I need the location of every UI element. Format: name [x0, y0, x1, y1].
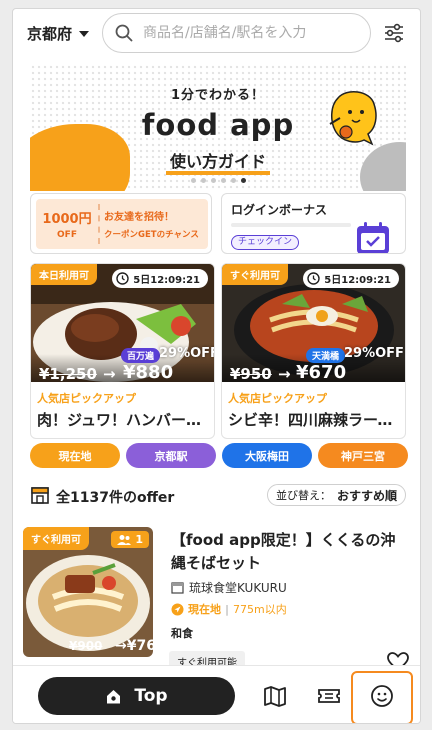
guide-banner[interactable]: 1分でわかる！ food app 使い方ガイド: [30, 64, 406, 191]
area-chips: 現在地 京都駅 大阪梅田 神戸三宮: [30, 443, 408, 468]
coupon-divider: [98, 204, 100, 244]
availability-tag: すぐ利用可: [222, 264, 288, 285]
discount-label: 29%OFF: [159, 346, 214, 361]
filter-settings-icon[interactable]: [382, 21, 406, 45]
sort-button[interactable]: 並び替え： おすすめ順: [266, 484, 406, 506]
discount-label: 29%OFF: [344, 346, 404, 361]
sale-price: →¥765: [115, 638, 153, 654]
people-count: 1: [135, 533, 143, 546]
original-price: ¥1,250: [39, 365, 97, 382]
home-icon: [107, 689, 121, 703]
original-price: ¥900: [69, 639, 103, 653]
list-item-title: 【food app限定！】くくるの沖縄そばセット: [171, 531, 396, 572]
list-item-image: すぐ利用可 1 ¥900 →¥765: [23, 527, 153, 657]
clock-icon: [307, 272, 320, 285]
map-icon[interactable]: [263, 684, 287, 708]
pager-dot[interactable]: [220, 178, 226, 183]
login-bonus-promo[interactable]: ログインボーナス チェックイン: [221, 193, 406, 254]
top-label: Top: [134, 686, 168, 706]
search-bar[interactable]: [102, 13, 371, 53]
sale-price: ¥880: [123, 362, 174, 382]
smiley-icon[interactable]: [370, 684, 394, 708]
ticket-icon[interactable]: [317, 684, 341, 708]
timer-text: 5日12:09:21: [324, 275, 391, 286]
sort-label: 並び替え：: [275, 489, 331, 502]
list-item[interactable]: すぐ利用可 1 ¥900 →¥765 【food app限定！】くくるの沖縄そば…: [13, 523, 420, 673]
search-input[interactable]: [143, 25, 353, 41]
offer-count: 全1137件のoffer: [56, 490, 175, 506]
countdown-timer: 5日12:09:21: [303, 269, 399, 288]
banner-pager: [30, 178, 406, 183]
price-arrow: →: [278, 365, 291, 382]
offer-title: シビ辛！四川麻辣ラーメン: [228, 411, 400, 429]
bottom-navigation: Top: [13, 665, 420, 723]
timer-text: 5日12:09:21: [133, 275, 200, 286]
offer-title: 肉！ジュワ！ハンバーグランチ: [37, 411, 209, 429]
shop-name: 琉球食堂KUKURU: [189, 581, 287, 595]
store-icon: [31, 487, 49, 504]
top-nav-button[interactable]: Top: [38, 677, 235, 715]
header: 京都府: [13, 9, 420, 59]
offer-category: 人気店ピックアップ: [228, 392, 327, 405]
people-badge: 1: [111, 531, 149, 548]
offer-card[interactable]: 本日利用可 5日12:09:21 百万遍 29%OFF ¥1,250 → ¥88…: [30, 263, 215, 439]
price-arrow: →: [103, 365, 116, 382]
distance-label: 775m以内: [233, 603, 287, 616]
area-chip-kyoto[interactable]: 京都駅: [126, 443, 216, 468]
region-selector[interactable]: 京都府: [27, 23, 90, 44]
coupon-text: お友達を招待！ クーポンGETのチャンス: [104, 208, 208, 240]
offer-image-ramen: すぐ利用可 5日12:09:21 天満橋 29%OFF ¥950 → ¥670: [222, 264, 405, 382]
pager-dot[interactable]: [190, 178, 196, 183]
offer-card[interactable]: すぐ利用可 5日12:09:21 天満橋 29%OFF ¥950 → ¥670 …: [221, 263, 406, 439]
coupon-off: OFF: [57, 230, 77, 240]
pager-dot[interactable]: [210, 178, 216, 183]
app-frame: 京都府 1分でわかる！ food app 使い方ガイド: [12, 8, 421, 724]
genre-label: 和食: [171, 627, 193, 640]
mascot-icon: [329, 91, 377, 146]
price-arrow: →: [115, 638, 127, 654]
coupon-title: お友達を招待！: [104, 212, 174, 223]
offer-category: 人気店ピックアップ: [37, 392, 136, 405]
location-label: 現在地: [188, 603, 221, 616]
shop-icon: [171, 582, 184, 594]
caret-down-icon: [79, 30, 90, 37]
checkin-badge: チェックイン: [231, 235, 300, 250]
login-bonus-title: ログインボーナス: [231, 203, 328, 217]
invite-coupon-promo[interactable]: 1000円 OFF お友達を招待！ クーポンGETのチャンス: [30, 193, 212, 254]
countdown-timer: 5日12:09:21: [112, 269, 208, 288]
location-divider: |: [225, 602, 230, 616]
availability-tag: すぐ利用可: [23, 527, 89, 550]
banner-guide-label: 使い方ガイド: [30, 148, 406, 175]
area-chip-current[interactable]: 現在地: [30, 443, 120, 468]
sort-value: おすすめ順: [336, 488, 397, 503]
original-price: ¥950: [230, 365, 272, 382]
location-row: 現在地 | 775m以内: [171, 601, 287, 617]
coupon-ticket: 1000円 OFF お友達を招待！ クーポンGETのチャンス: [36, 199, 208, 249]
area-chip-sannomiya[interactable]: 神戸三宮: [318, 443, 408, 468]
area-chip-umeda[interactable]: 大阪梅田: [222, 443, 312, 468]
pager-dot-active[interactable]: [240, 178, 246, 183]
pager-dot[interactable]: [200, 178, 206, 183]
people-icon: [117, 534, 132, 545]
availability-tag: 本日利用可: [31, 264, 97, 285]
station-badge: 百万遍: [121, 348, 161, 363]
offer-image-hamburg: 本日利用可 5日12:09:21 百万遍 29%OFF ¥1,250 → ¥88…: [31, 264, 214, 382]
calendar-check-icon: [357, 222, 389, 253]
navigation-icon: [171, 603, 184, 615]
clock-icon: [116, 272, 129, 285]
offer-count-row: 全1137件のoffer 並び替え： おすすめ順: [30, 483, 406, 509]
coupon-amount: 1000円: [42, 212, 92, 227]
shop-row: 琉球食堂KUKURU: [171, 579, 287, 596]
pager-dot[interactable]: [230, 178, 236, 183]
coupon-value: 1000円 OFF: [36, 199, 98, 249]
search-icon: [115, 24, 133, 42]
sale-price: ¥670: [296, 362, 347, 382]
coupon-desc: クーポンGETのチャンス: [104, 230, 199, 240]
sale-price-value: ¥765: [126, 638, 153, 654]
station-badge: 天満橋: [306, 348, 346, 363]
login-bonus-bar: [231, 223, 351, 227]
region-label: 京都府: [27, 25, 73, 43]
